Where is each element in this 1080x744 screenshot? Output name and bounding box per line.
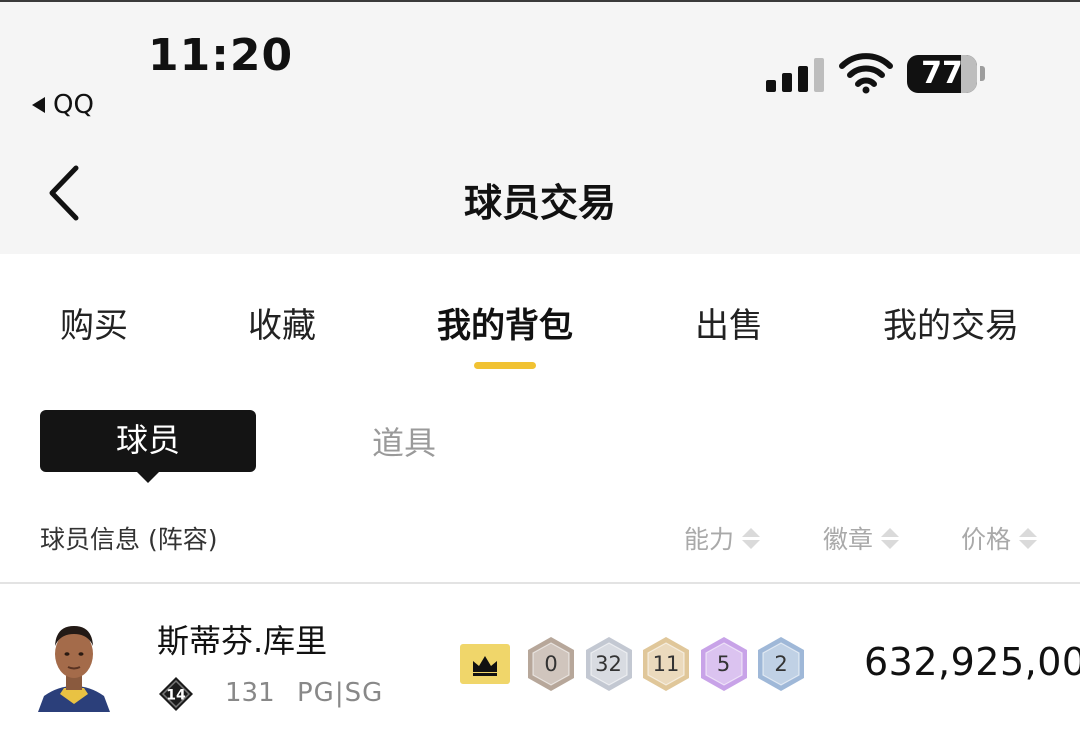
back-to-app-link[interactable]: QQ <box>32 90 94 120</box>
crown-badge <box>460 644 510 684</box>
sort-icon <box>1019 527 1038 549</box>
crown-icon <box>473 656 497 676</box>
sort-ability-label: 能力 <box>684 525 735 554</box>
badge-count: 0 <box>544 652 558 676</box>
tab-my-backpack[interactable]: 我的背包 <box>437 298 573 347</box>
badge-hexagon: 2 <box>756 636 806 692</box>
badge-count: 2 <box>774 652 788 676</box>
battery-icon: 77 <box>907 55 977 93</box>
sort-ability[interactable]: 能力 <box>684 520 761 556</box>
tab-buy[interactable]: 购买 <box>60 298 128 347</box>
signal-icon <box>766 58 824 92</box>
wifi-icon <box>839 53 893 94</box>
main-tabs: 购买 收藏 我的背包 出售 我的交易 <box>0 254 1080 384</box>
tab-my-trades[interactable]: 我的交易 <box>883 298 1019 347</box>
sort-price-label: 价格 <box>961 525 1012 554</box>
battery-percent: 77 <box>921 56 963 91</box>
sort-badges[interactable]: 徽章 <box>823 520 900 556</box>
status-time: 11:20 <box>148 30 294 81</box>
badge-hexagon: 11 <box>641 636 691 692</box>
player-avatar <box>38 620 110 712</box>
badge-hexagon: 0 <box>526 636 576 692</box>
player-name: 斯蒂芬.库里 <box>157 622 328 660</box>
battery-tip <box>980 66 985 81</box>
jersey-number: 14 <box>166 688 186 704</box>
back-app-label: QQ <box>53 90 94 120</box>
player-rating: 131 <box>225 678 275 708</box>
sort-badges-label: 徽章 <box>823 525 874 554</box>
sort-icon <box>742 527 761 549</box>
tab-favorites[interactable]: 收藏 <box>248 298 316 347</box>
status-bar: 11:20 QQ 77 <box>0 2 1080 132</box>
badge-count: 5 <box>716 652 731 676</box>
badge-hexagon: 5 <box>699 636 749 692</box>
sub-tab-items[interactable]: 道具 <box>372 418 436 464</box>
back-triangle-icon <box>32 97 45 113</box>
tab-sell[interactable]: 出售 <box>695 298 763 347</box>
table-row[interactable]: 斯蒂芬.库里 14 131 PG|SG 0 32 11 5 2 632,925,000 <box>0 584 1080 744</box>
nav-bar: 球员交易 <box>0 132 1080 254</box>
badge-hexagon: 32 <box>584 636 634 692</box>
column-player-info: 球员信息 (阵容) <box>40 525 218 554</box>
badge-count: 11 <box>652 652 680 676</box>
jersey-number-badge: 14 <box>159 677 193 711</box>
player-price: 632,925,000 <box>864 640 1080 684</box>
active-tab-indicator <box>474 362 536 369</box>
page-title: 球员交易 <box>463 181 616 225</box>
sort-price[interactable]: 价格 <box>961 520 1038 556</box>
badge-count: 32 <box>595 652 622 676</box>
sort-icon <box>881 527 900 549</box>
sub-tab-players[interactable]: 球员 <box>40 410 256 472</box>
player-position: PG|SG <box>297 678 384 708</box>
sub-tab-pointer <box>135 470 161 483</box>
